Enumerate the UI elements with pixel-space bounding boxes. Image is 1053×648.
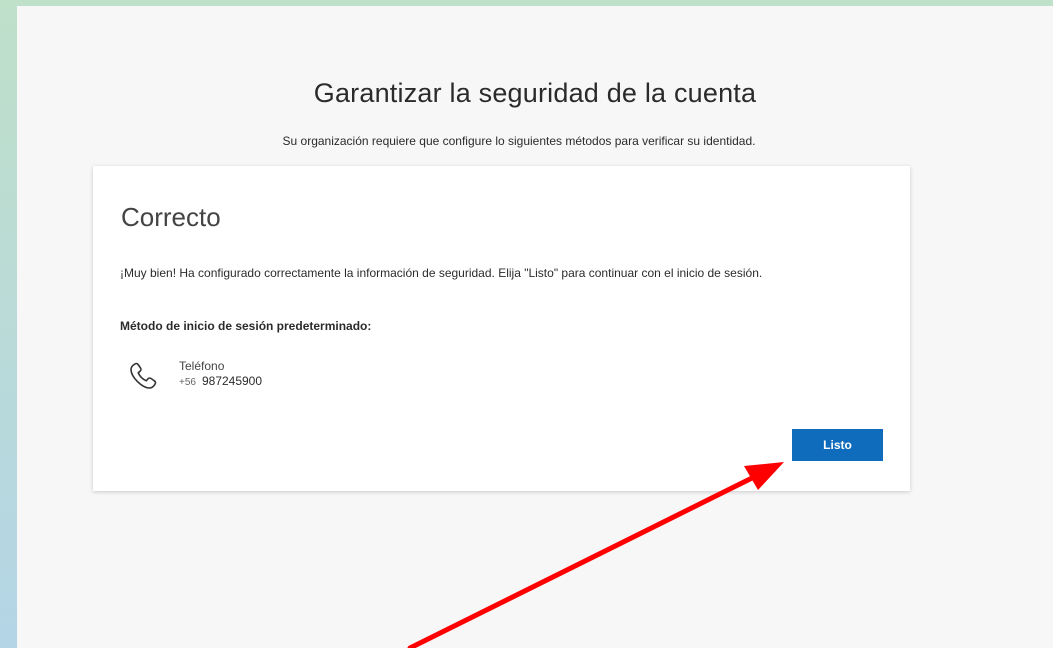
default-method-label: Método de inicio de sesión predeterminad… (120, 319, 372, 333)
page-background: Garantizar la seguridad de la cuenta Su … (17, 6, 1053, 648)
phone-icon (127, 360, 159, 392)
page-title: Garantizar la seguridad de la cuenta (313, 78, 757, 108)
page-subtitle: Su organización requiere que configure l… (282, 134, 756, 148)
method-name: Teléfono (179, 359, 225, 373)
phone-number: 987245900 (201, 374, 263, 388)
success-card: Correcto ¡Muy bien! Ha configurado corre… (93, 166, 910, 491)
card-title: Correcto (121, 202, 221, 232)
country-code: +56 (179, 377, 196, 388)
done-button[interactable]: Listo (792, 429, 883, 461)
success-message: ¡Muy bien! Ha configurado correctamente … (120, 266, 763, 280)
method-phone-number: +56 987245900 (179, 374, 262, 388)
